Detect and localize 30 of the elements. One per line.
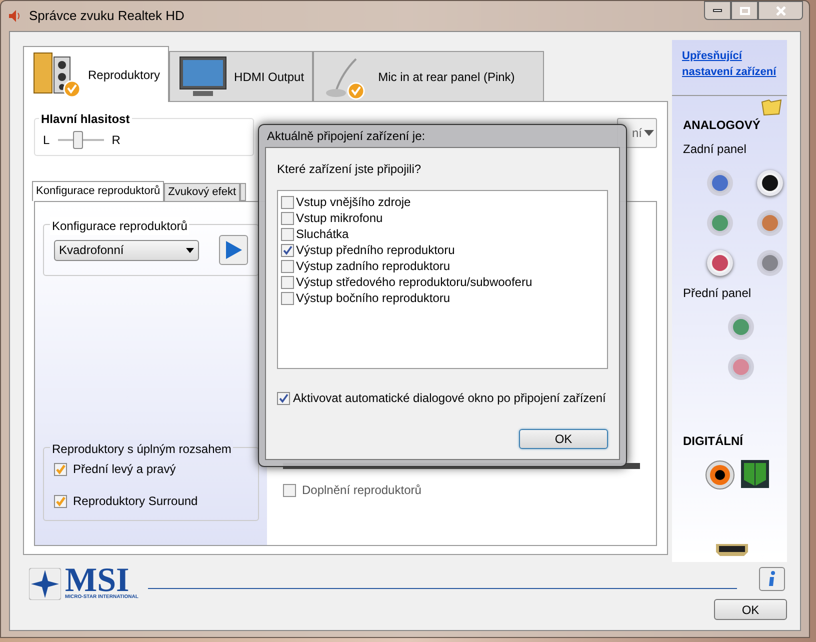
group-title: Konfigurace reproduktorů <box>50 217 190 235</box>
checkbox-label: Aktivovat automatické dialogové okno po připojení zařízení <box>293 390 606 407</box>
left-label: L <box>43 132 50 149</box>
advanced-settings-link[interactable]: Upřesňující nastavení zařízení <box>682 48 777 80</box>
list-item[interactable]: Sluchátka <box>296 225 349 243</box>
device-tab[interactable]: HDMI Output <box>169 51 314 101</box>
window-title: Správce zvuku Realtek HD <box>29 7 184 26</box>
section-subtitle: Zadní panel <box>682 141 748 158</box>
settings-tab[interactable]: Zvukový efekt <box>164 183 240 201</box>
list-item[interactable]: Výstup zadního reproduktoru <box>296 257 450 275</box>
question-text: Které zařízení jste připojili? <box>277 161 422 178</box>
list-item[interactable]: Výstup středového reproduktoru/subwooferu <box>296 273 532 291</box>
list-item[interactable]: Výstup předního reproduktoru <box>296 241 455 259</box>
dialog-title: Aktuálně připojení zařízení je: <box>266 128 426 145</box>
list-item[interactable]: Výstup bočního reproduktoru <box>296 289 450 307</box>
list-item[interactable]: Vstup vnějšího zdroje <box>296 193 411 211</box>
speaker-config-dropdown[interactable]: Kvadrofonní <box>54 240 199 260</box>
checkbox-label: Reproduktory Surround <box>73 493 198 510</box>
settings-tab[interactable]: Konfigurace reproduktorů <box>32 181 164 201</box>
ok-button[interactable]: OK <box>519 429 608 449</box>
section-title: ANALOGOVÝ <box>682 117 762 134</box>
checkbox-label: Doplnění reproduktorů <box>302 482 422 499</box>
device-tab[interactable]: Mic in at rear panel (Pink) <box>313 51 544 101</box>
section-subtitle: Přední panel <box>682 285 752 302</box>
section-title: DIGITÁLNÍ <box>682 433 744 450</box>
device-tab[interactable]: Reproduktory <box>23 46 170 102</box>
list-item[interactable]: Vstup mikrofonu <box>296 209 383 227</box>
ok-button[interactable]: OK <box>714 599 787 620</box>
checkbox-label: Přední levý a pravý <box>73 461 176 478</box>
right-label: R <box>112 132 120 149</box>
